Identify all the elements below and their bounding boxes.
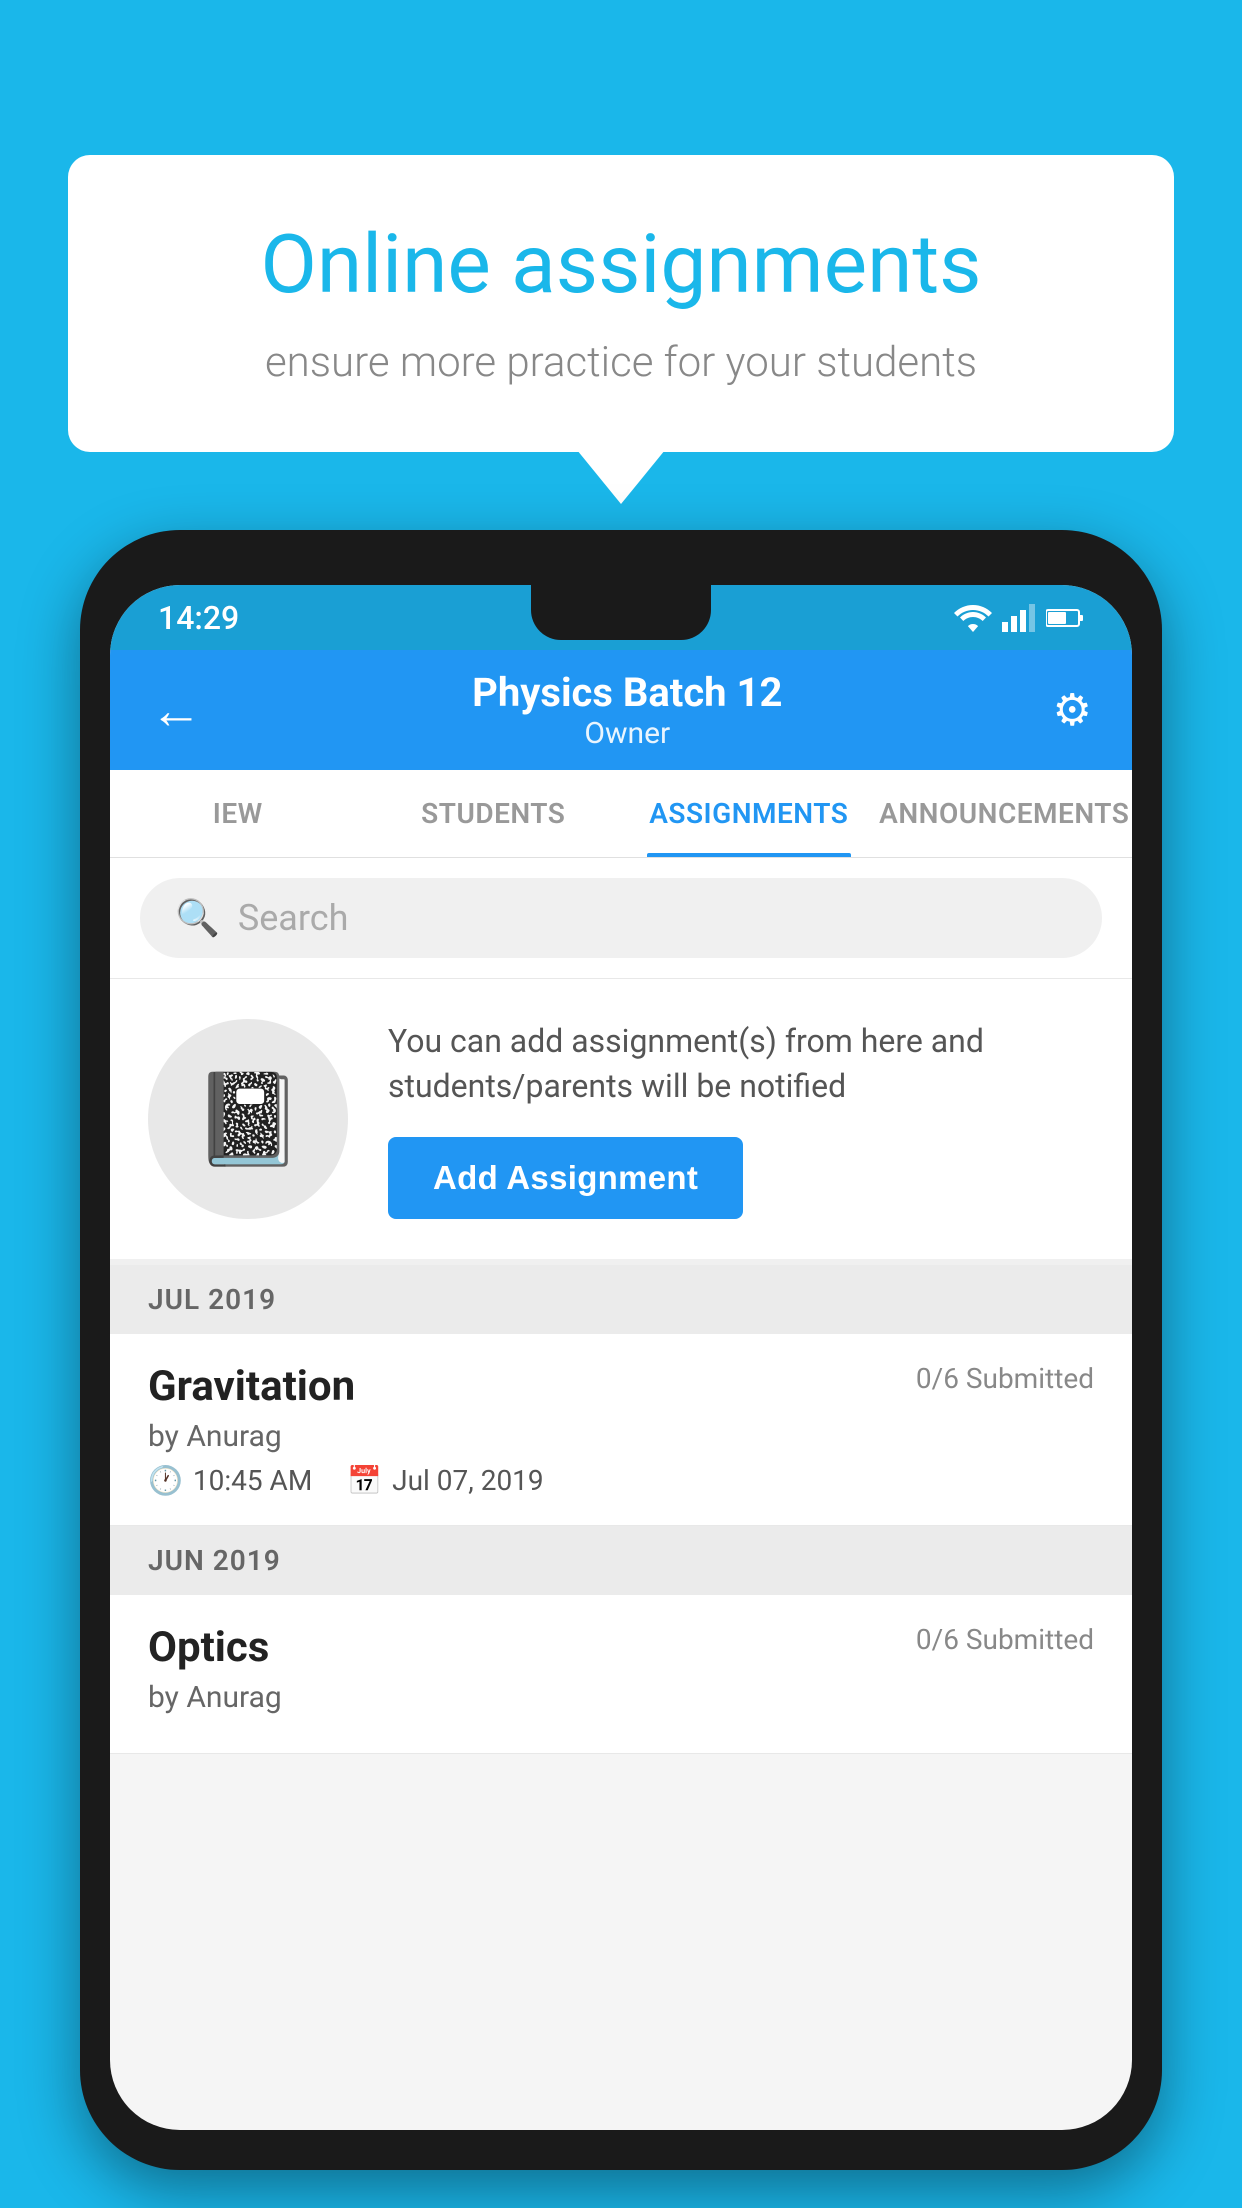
assignment-time-item: 🕐 10:45 AM [148,1464,312,1497]
assignment-by-optics: by Anurag [148,1680,1094,1715]
search-placeholder: Search [238,897,349,939]
calendar-icon: 📅 [347,1464,382,1497]
speech-bubble-title: Online assignments [148,220,1094,310]
assignment-submitted-optics: 0/6 Submitted [916,1623,1094,1656]
assignment-meta: 🕐 10:45 AM 📅 Jul 07, 2019 [148,1464,1094,1497]
search-icon: 🔍 [175,897,220,939]
notebook-icon: 📓 [192,1067,304,1172]
speech-bubble-card: Online assignments ensure more practice … [68,155,1174,452]
assignment-time: 10:45 AM [193,1464,312,1497]
tab-assignments[interactable]: ASSIGNMENTS [621,770,877,857]
assignment-date: Jul 07, 2019 [392,1464,544,1497]
settings-icon[interactable]: ⚙ [1053,684,1092,736]
app-bar-title: Physics Batch 12 [202,669,1053,716]
tabs-bar: IEW STUDENTS ASSIGNMENTS ANNOUNCEMENTS [110,770,1132,858]
status-icons [954,604,1084,632]
assignment-name-optics: Optics [148,1623,269,1672]
assignment-item-optics[interactable]: Optics 0/6 Submitted by Anurag [110,1595,1132,1754]
app-bar: ← Physics Batch 12 Owner ⚙ [110,650,1132,770]
assignment-top-row: Gravitation 0/6 Submitted [148,1362,1094,1411]
phone-screen: 14:29 [110,585,1132,2130]
search-container: 🔍 Search [110,858,1132,979]
tab-iew[interactable]: IEW [110,770,366,857]
assignment-by: by Anurag [148,1419,1094,1454]
signal-icon [1002,604,1036,632]
promo-content: You can add assignment(s) from here and … [388,1019,1094,1219]
status-time: 14:29 [158,599,239,637]
tab-students[interactable]: STUDENTS [366,770,622,857]
assignment-date-item: 📅 Jul 07, 2019 [347,1464,543,1497]
assignment-name: Gravitation [148,1362,355,1411]
promo-icon-circle: 📓 [148,1019,348,1219]
clock-icon: 🕐 [148,1464,183,1497]
phone-frame: 14:29 [80,530,1162,2170]
section-header-jul: JUL 2019 [110,1265,1132,1334]
assignment-item-gravitation[interactable]: Gravitation 0/6 Submitted by Anurag 🕐 10… [110,1334,1132,1526]
wifi-icon [954,604,992,632]
back-button[interactable]: ← [150,680,202,741]
speech-bubble-subtitle: ensure more practice for your students [148,338,1094,387]
search-box[interactable]: 🔍 Search [140,878,1102,958]
promo-section: 📓 You can add assignment(s) from here an… [110,979,1132,1265]
assignment-top-row-optics: Optics 0/6 Submitted [148,1623,1094,1672]
tab-announcements[interactable]: ANNOUNCEMENTS [877,770,1133,857]
phone-notch [531,585,711,640]
add-assignment-button[interactable]: Add Assignment [388,1137,743,1219]
battery-icon [1046,607,1084,629]
app-bar-subtitle: Owner [202,716,1053,751]
assignment-submitted: 0/6 Submitted [916,1362,1094,1395]
section-header-jun: JUN 2019 [110,1526,1132,1595]
app-bar-title-group: Physics Batch 12 Owner [202,669,1053,751]
promo-description: You can add assignment(s) from here and … [388,1019,1094,1109]
